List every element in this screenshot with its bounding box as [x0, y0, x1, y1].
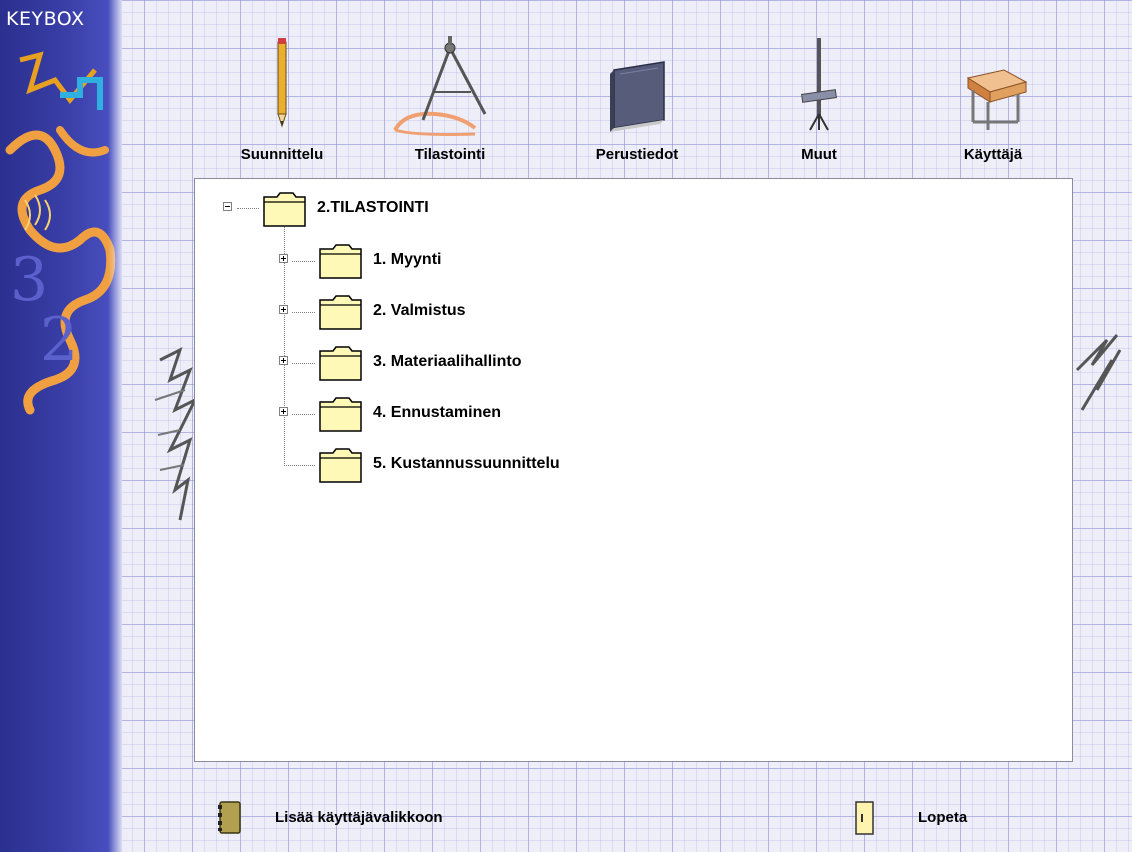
toolbar-label: Tilastointi	[414, 146, 486, 163]
quit-label: Lopeta	[918, 809, 968, 826]
folder-icon	[263, 192, 306, 227]
compass-icon	[393, 36, 487, 136]
squiggle-decoration: 3 2	[5, 51, 116, 415]
toolbar-button-tilastointi[interactable]: Tilastointi	[375, 30, 525, 170]
tree-node-myynti[interactable]: 1. Myynti	[195, 241, 695, 281]
folder-icon	[319, 295, 362, 330]
decorative-sidebar: 3 2 KEYBOX	[0, 0, 122, 852]
notebook-icon	[218, 801, 241, 834]
tree-node-materiaalihallinto[interactable]: 3. Materiaalihallinto	[195, 343, 695, 383]
app-brand: KEYBOX	[6, 8, 85, 30]
folder-icon	[319, 397, 362, 432]
toolbar-button-muut[interactable]: Muut	[744, 30, 894, 170]
tool-icon	[801, 38, 837, 131]
tree-node-label: 3. Materiaalihallinto	[373, 353, 522, 370]
add-to-user-menu-label: Lisää käyttäjävalikkoon	[275, 809, 443, 826]
expand-icon[interactable]	[279, 407, 288, 416]
expand-icon[interactable]	[279, 356, 288, 365]
tree-node-valmistus[interactable]: 2. Valmistus	[195, 292, 695, 332]
desk-icon	[966, 69, 1028, 130]
folder-icon	[319, 346, 362, 381]
tree-node-label: 4. Ennustaminen	[373, 404, 502, 421]
tree-view[interactable]: 2.TILASTOINTI 1. Myynti 2. Valmistus 3. …	[194, 178, 1073, 762]
tree-node-kustannussuunnittelu[interactable]: 5. Kustannussuunnittelu	[195, 445, 695, 485]
svg-text:2: 2	[40, 305, 78, 375]
add-to-user-menu-button[interactable]: Lisää käyttäjävalikkoon	[216, 800, 516, 840]
toolbar-label: Käyttäjä	[963, 146, 1023, 163]
door-icon	[855, 801, 874, 835]
expand-icon[interactable]	[279, 254, 288, 263]
folder-icon	[319, 448, 362, 483]
toolbar-button-suunnittelu[interactable]: Suunnittelu	[207, 30, 357, 170]
tree-node-root[interactable]: 2.TILASTOINTI	[195, 189, 595, 229]
toolbar-button-perustiedot[interactable]: Perustiedot	[562, 30, 712, 170]
folder-icon	[319, 244, 362, 279]
toolbar-button-kayttaja[interactable]: Käyttäjä	[918, 30, 1068, 170]
toolbar-label: Perustiedot	[595, 146, 679, 163]
tree-node-label: 1. Myynti	[373, 251, 442, 268]
collapse-icon[interactable]	[223, 202, 232, 211]
background-sketch-right	[1075, 334, 1122, 411]
tree-node-label: 2. Valmistus	[373, 302, 466, 319]
tree-node-label: 2.TILASTOINTI	[317, 199, 429, 216]
background-sketch-left	[154, 347, 199, 521]
expand-icon[interactable]	[279, 305, 288, 314]
quit-button[interactable]: Lopeta	[854, 800, 994, 840]
pencil-icon	[277, 38, 287, 128]
book-icon	[610, 61, 665, 132]
tree-node-ennustaminen[interactable]: 4. Ennustaminen	[195, 394, 695, 434]
tree-node-label: 5. Kustannussuunnittelu	[373, 455, 560, 472]
toolbar-label: Muut	[801, 146, 837, 163]
toolbar-label: Suunnittelu	[240, 146, 324, 163]
